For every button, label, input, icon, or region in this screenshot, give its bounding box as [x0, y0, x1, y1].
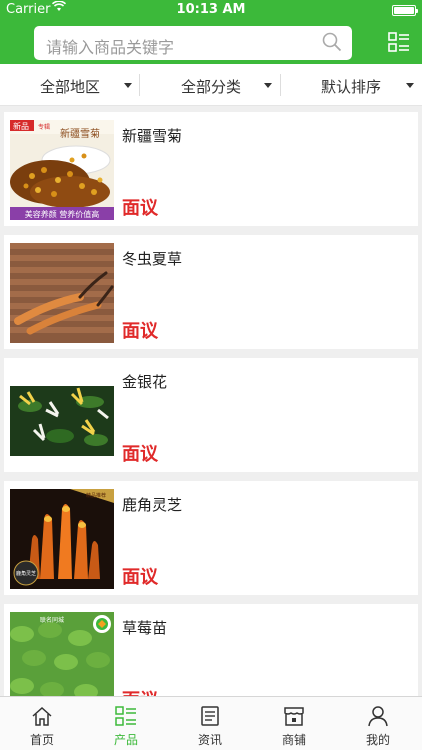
filter-sort-label: 默认排序	[321, 78, 382, 96]
product-grid-icon	[115, 706, 136, 726]
tab-news-label: 资讯	[197, 733, 222, 747]
tab-products[interactable]: 产品	[84, 697, 168, 750]
status-time: 10:13 AM	[176, 2, 246, 17]
thumb-badge-2: 专辑	[38, 123, 50, 131]
chevron-down-icon	[124, 83, 132, 88]
tab-shop[interactable]: 商铺	[252, 697, 336, 750]
search-placeholder: 请输入商品关键字	[46, 38, 175, 57]
thumb-badge: 精品推荐	[86, 492, 106, 499]
thumb-caption: 鹿角灵芝	[16, 570, 36, 577]
filter-category[interactable]: 全部分类	[141, 64, 281, 106]
filter-category-label: 全部分类	[181, 78, 242, 96]
chevron-down-icon	[406, 83, 414, 88]
product-image[interactable]	[10, 243, 114, 343]
product-price: 面议	[122, 321, 158, 342]
filter-region[interactable]: 全部地区	[0, 64, 140, 106]
product-list[interactable]: 新品 专辑 新疆雪菊 美容养颜 营养价值高 新疆雪菊 面议 冬虫夏草 面议 金银…	[0, 106, 422, 696]
tab-home[interactable]: 首页	[0, 697, 84, 750]
tab-news[interactable]: 资讯	[168, 697, 252, 750]
filter-bar: 全部地区 全部分类 默认排序	[0, 64, 422, 106]
product-name: 鹿角灵芝	[122, 496, 183, 514]
list-item[interactable]: 新品 专辑 新疆雪菊 美容养颜 营养价值高 新疆雪菊 面议	[4, 112, 418, 226]
product-image[interactable]	[10, 366, 114, 466]
search-icon[interactable]	[322, 32, 342, 52]
list-item[interactable]: 冬虫夏草 面议	[4, 235, 418, 349]
product-price: 面议	[122, 444, 158, 465]
product-name: 新疆雪菊	[122, 127, 183, 145]
category-list-icon[interactable]	[388, 31, 410, 53]
divider	[280, 74, 281, 96]
divider	[139, 74, 140, 96]
list-item[interactable]: 金银花 面议	[4, 358, 418, 472]
thumb-badge: 新品	[13, 121, 29, 131]
product-image[interactable]: 精品推荐 鹿角灵芝	[10, 489, 114, 589]
product-price: 面议	[122, 686, 158, 696]
home-icon	[32, 706, 52, 726]
thumb-logo-text: 联名同城	[40, 616, 64, 624]
product-image[interactable]: 联名同城	[10, 612, 114, 696]
list-item[interactable]: 联名同城 草莓苗 面议	[4, 604, 418, 696]
search-input[interactable]: 请输入商品关键字	[34, 26, 352, 60]
tab-profile[interactable]: 我的	[336, 697, 420, 750]
battery-icon	[392, 5, 418, 16]
header-bar: Carrier 10:13 AM 请输入商品关键字	[0, 0, 422, 64]
status-bar: Carrier 10:13 AM	[0, 0, 422, 20]
product-price: 面议	[122, 198, 158, 219]
product-name: 金银花	[122, 373, 168, 391]
tab-home-label: 首页	[29, 733, 54, 747]
tab-profile-label: 我的	[365, 733, 390, 747]
news-icon	[201, 706, 219, 726]
thumb-banner: 美容养颜 营养价值高	[25, 209, 100, 219]
product-price: 面议	[122, 567, 158, 588]
product-name: 冬虫夏草	[122, 250, 183, 268]
list-item[interactable]: 精品推荐 鹿角灵芝 鹿角灵芝 面议	[4, 481, 418, 595]
tab-shop-label: 商铺	[281, 733, 306, 747]
chevron-down-icon	[264, 83, 272, 88]
product-name: 草莓苗	[122, 619, 168, 637]
bottom-tab-bar: 首页 产品 资讯 商铺 我的	[0, 696, 422, 750]
user-icon	[368, 706, 388, 727]
product-image[interactable]: 新品 专辑 新疆雪菊 美容养颜 营养价值高	[10, 120, 114, 220]
thumb-title: 新疆雪菊	[60, 127, 100, 140]
filter-sort[interactable]: 默认排序	[282, 64, 422, 106]
shop-icon	[284, 707, 304, 726]
tab-products-label: 产品	[113, 733, 138, 747]
filter-region-label: 全部地区	[40, 78, 101, 96]
